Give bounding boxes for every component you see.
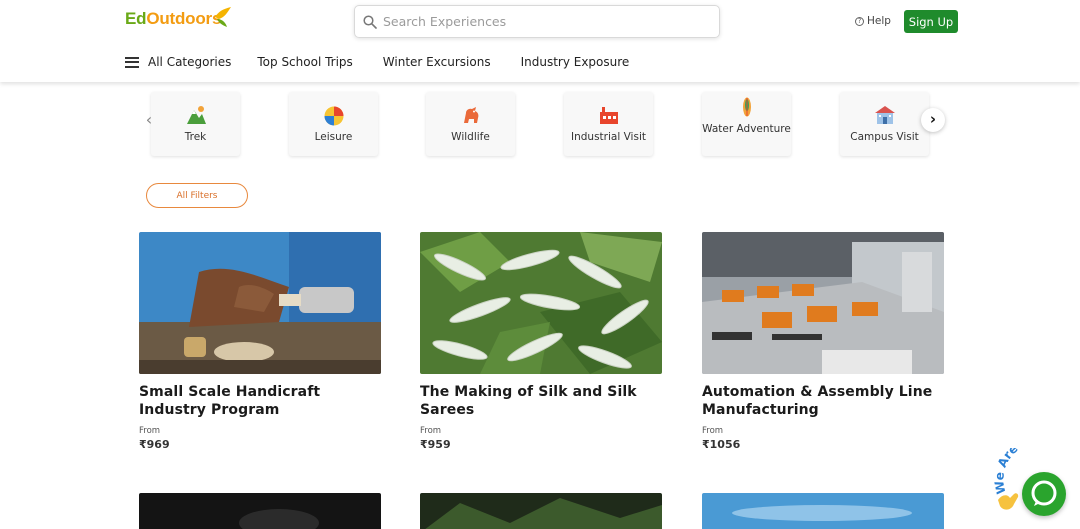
bird-logo-icon — [215, 7, 231, 27]
beach-ball-icon — [324, 106, 343, 126]
category-label: Leisure — [314, 131, 353, 143]
category-label: Wildlife — [451, 131, 490, 143]
handicraft-photo — [139, 232, 381, 374]
category-label: Trek — [184, 131, 207, 143]
experience-price: ₹1056 — [702, 438, 741, 451]
price-from-label: From — [702, 426, 724, 436]
nav-all-categories[interactable]: All Categories — [148, 55, 231, 69]
search-input[interactable] — [383, 14, 703, 29]
factory-icon — [599, 107, 618, 124]
experience-title[interactable]: Automation & Assembly Line Manufacturing — [702, 383, 944, 419]
logo-text-outdoors: Outdoors — [146, 9, 222, 28]
category-label: Campus Visit — [850, 131, 919, 143]
wildlife-icon — [463, 107, 478, 123]
search-icon — [363, 14, 377, 29]
experience-image-silk[interactable] — [420, 232, 662, 374]
category-industrial-visit[interactable]: Industrial Visit — [564, 92, 653, 156]
category-campus-visit[interactable]: Campus Visit — [840, 92, 929, 156]
category-nav: All Categories Top School Trips Winter E… — [125, 55, 629, 69]
help-label: Help — [867, 15, 891, 27]
category-wildlife[interactable]: Wildlife — [426, 92, 515, 156]
nav-industry-exposure[interactable]: Industry Exposure — [521, 55, 630, 69]
nav-winter-excursions[interactable]: Winter Excursions — [383, 55, 491, 69]
search-bar[interactable] — [354, 5, 720, 38]
logo-text-ed: Ed — [125, 9, 147, 28]
carousel-next-button[interactable]: › — [921, 108, 945, 132]
chat-bubble-icon — [1031, 480, 1057, 506]
help-link[interactable]: ? Help — [855, 15, 891, 27]
trek-icon — [186, 106, 206, 124]
forest-photo — [425, 498, 662, 529]
silkworm-photo — [420, 232, 662, 374]
category-label: Water Adventure — [702, 123, 791, 135]
experience-title[interactable]: The Making of Silk and Silk Sarees — [420, 383, 662, 419]
brand-logo[interactable]: EdOutdoors — [125, 7, 231, 29]
price-from-label: From — [139, 426, 161, 436]
menu-icon[interactable] — [125, 56, 139, 68]
dark-photo — [239, 509, 319, 529]
question-icon: ? — [855, 16, 864, 26]
price-from-label: From — [420, 426, 442, 436]
campus-icon — [874, 106, 895, 124]
experience-image-assembly[interactable] — [702, 232, 944, 374]
experience-price: ₹959 — [420, 438, 451, 451]
experience-card[interactable]: Small Scale Handicraft Industry Program … — [139, 232, 381, 451]
category-label: Industrial Visit — [571, 131, 646, 143]
assembly-line-photo — [702, 232, 944, 374]
category-water-adventure[interactable]: Water Adventure — [702, 92, 791, 156]
experience-card[interactable]: Automation & Assembly Line Manufacturing… — [702, 232, 944, 451]
sign-up-button[interactable]: Sign Up — [904, 10, 958, 33]
site-header: EdOutdoors ? Help Sign Up All Categories… — [0, 0, 1080, 82]
experience-thumbnail[interactable] — [139, 493, 381, 529]
experience-thumbnail[interactable] — [420, 493, 662, 529]
experience-title[interactable]: Small Scale Handicraft Industry Program — [139, 383, 381, 419]
experience-price: ₹969 — [139, 438, 170, 451]
category-leisure[interactable]: Leisure — [289, 92, 378, 156]
experience-image-handicraft[interactable] — [139, 232, 381, 374]
chat-button[interactable] — [1022, 472, 1066, 516]
surfboard-icon — [742, 97, 751, 117]
sky-photo — [732, 505, 912, 521]
all-filters-button[interactable]: All Filters — [146, 183, 248, 208]
experience-card[interactable]: The Making of Silk and Silk Sarees From … — [420, 232, 662, 451]
category-trek[interactable]: Trek — [151, 92, 240, 156]
nav-top-school-trips[interactable]: Top School Trips — [257, 55, 352, 69]
experience-thumbnail[interactable] — [702, 493, 944, 529]
